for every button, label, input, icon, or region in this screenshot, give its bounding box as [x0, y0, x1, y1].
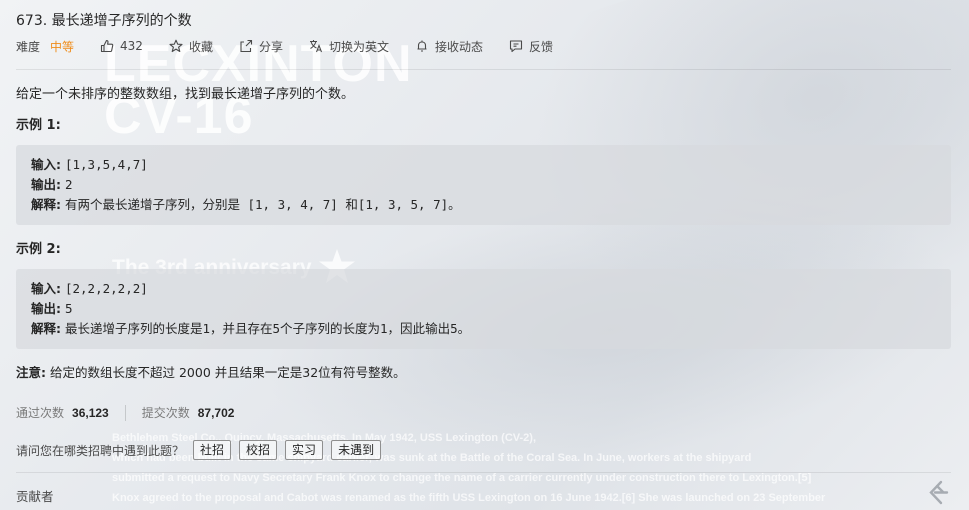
- problem-meta-bar: 难度 中等 432 收藏 分享 切换为英文 接收动态 反馈: [16, 37, 579, 55]
- like-count: 432: [120, 39, 143, 53]
- feedback-icon: [509, 40, 523, 53]
- example-output-row: 输出: 2: [31, 175, 951, 195]
- like-button[interactable]: 432: [100, 39, 143, 53]
- stats-divider: [124, 404, 126, 421]
- recruit-option-intern[interactable]: 实习: [285, 440, 324, 460]
- note-text: 给定的数组长度不超过 2000 并且结果一定是32位有符号整数。: [49, 365, 406, 380]
- problem-note: 注意: 给定的数组长度不超过 2000 并且结果一定是32位有符号整数。: [16, 362, 406, 381]
- output-label: 输出:: [31, 301, 61, 316]
- translate-icon: [309, 40, 322, 53]
- explain-label: 解释:: [31, 321, 61, 336]
- submissions-count: 87,702: [197, 405, 235, 420]
- background-art: LECXINTON CV-16 The 3rd anniversary Beth…: [0, 0, 969, 510]
- example-input-row: 输入: [1,3,5,4,7]: [31, 155, 951, 175]
- bg-text-line: submitted a request to Navy Secretary Fr…: [112, 472, 812, 484]
- input-label: 输入:: [31, 157, 61, 172]
- problem-title: 673. 最长递增子序列的个数: [16, 13, 192, 29]
- share-button[interactable]: 分享: [239, 38, 283, 55]
- problem-description: 给定一个未排序的整数数组，找到最长递增子序列的个数。: [16, 87, 355, 102]
- leetcode-logo-icon: [929, 480, 949, 505]
- input-label: 输入:: [31, 281, 61, 296]
- example-explain-row: 解释: 有两个最长递增子序列，分别是 [1, 3, 4, 7] 和[1, 3, …: [31, 195, 951, 215]
- output-label: 输出:: [31, 177, 61, 192]
- explain-value: 最长递增子序列的长度是1，并且存在5个子序列的长度为1，因此输出5。: [64, 321, 471, 336]
- example-input-row: 输入: [2,2,2,2,2]: [31, 279, 951, 299]
- feedback-button[interactable]: 反馈: [509, 38, 553, 55]
- example-title: 示例 1:: [16, 118, 61, 133]
- example-block: 输入: [1,3,5,4,7] 输出: 2 解释: 有两个最长递增子序列，分别是…: [16, 145, 951, 225]
- example-output-row: 输出: 5: [31, 299, 951, 319]
- share-label: 分享: [258, 39, 283, 54]
- recruit-option-none[interactable]: 未遇到: [331, 440, 382, 460]
- example-block: 输入: [2,2,2,2,2] 输出: 5 解释: 最长递增子序列的长度是1，并…: [16, 269, 951, 349]
- favorite-label: 收藏: [188, 39, 213, 54]
- subscribe-label: 接收动态: [434, 39, 483, 54]
- divider: [16, 69, 951, 70]
- input-value: [2,2,2,2,2]: [64, 281, 148, 296]
- translate-label: 切换为英文: [328, 39, 389, 54]
- bg-text-line: Knox agreed to the proposal and Cabot wa…: [112, 492, 826, 504]
- recruit-survey: 请问您在哪类招聘中遇到此题？ 社招 校招 实习 未遇到: [16, 440, 389, 460]
- recruit-question: 请问您在哪类招聘中遇到此题？: [16, 443, 185, 458]
- submission-stats: 通过次数 36,123 提交次数 87,702: [16, 404, 234, 421]
- recruit-option-campus[interactable]: 校招: [239, 440, 278, 460]
- contributors-label[interactable]: 贡献者: [16, 486, 54, 505]
- submissions-label: 提交次数: [141, 406, 190, 420]
- feedback-label: 反馈: [529, 39, 554, 54]
- difficulty-value: 中等: [50, 39, 75, 54]
- bell-icon: [417, 40, 427, 52]
- difficulty: 难度 中等: [16, 38, 74, 55]
- example-title: 示例 2:: [16, 242, 61, 257]
- explain-label: 解释:: [31, 197, 61, 212]
- accepted-count: 36,123: [72, 405, 109, 420]
- subscribe-button[interactable]: 接收动态: [415, 38, 483, 55]
- accepted-label: 通过次数: [16, 406, 65, 420]
- explain-value: 有两个最长递增子序列，分别是 [1, 3, 4, 7] 和[1, 3, 5, 7…: [64, 197, 461, 212]
- note-label: 注意:: [16, 365, 46, 380]
- recruit-option-social[interactable]: 社招: [193, 440, 232, 460]
- favorite-button[interactable]: 收藏: [169, 38, 213, 55]
- share-icon: [240, 39, 253, 53]
- input-value: [1,3,5,4,7]: [64, 157, 148, 172]
- star-outline-icon: [169, 39, 183, 53]
- thumbs-up-icon: [100, 39, 114, 53]
- translate-button[interactable]: 切换为英文: [309, 38, 389, 55]
- divider: [16, 472, 951, 473]
- difficulty-label: 难度: [16, 39, 41, 54]
- example-explain-row: 解释: 最长递增子序列的长度是1，并且存在5个子序列的长度为1，因此输出5。: [31, 319, 951, 339]
- output-value: 5: [64, 301, 73, 316]
- output-value: 2: [64, 177, 73, 192]
